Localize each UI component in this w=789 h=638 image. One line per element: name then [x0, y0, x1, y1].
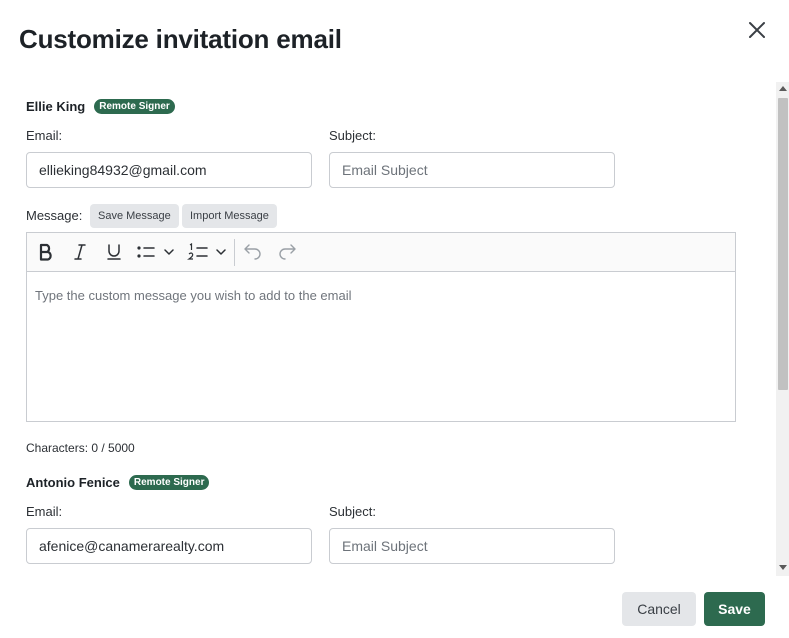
- signer-header: Antonio Fenice Remote Signer: [26, 475, 210, 490]
- email-field[interactable]: [26, 528, 312, 564]
- signer-header: Ellie King Remote Signer: [26, 99, 175, 114]
- scroll-area: Ellie King Remote Signer Email: Subject:…: [0, 82, 776, 576]
- undo-icon: [244, 244, 261, 260]
- message-placeholder: Type the custom message you wish to add …: [35, 288, 352, 303]
- undo-button[interactable]: [243, 241, 263, 263]
- redo-button[interactable]: [277, 241, 297, 263]
- signer-name: Ellie King: [26, 99, 86, 114]
- numbered-list-icon: [187, 243, 226, 260]
- scroll-down-arrow-icon[interactable]: [779, 565, 787, 570]
- import-message-button[interactable]: Import Message: [182, 204, 277, 228]
- email-label: Email:: [26, 504, 63, 519]
- subject-field[interactable]: [329, 528, 615, 564]
- redo-icon: [279, 244, 296, 260]
- bullet-list-icon: [137, 246, 174, 258]
- scrollbar-thumb[interactable]: [778, 98, 788, 390]
- message-textarea[interactable]: Type the custom message you wish to add …: [27, 272, 735, 421]
- dialog-title: Customize invitation email: [19, 24, 342, 54]
- character-count: Characters: 0 / 5000: [26, 441, 135, 455]
- editor-toolbar: [27, 233, 735, 272]
- bold-icon: [39, 243, 52, 261]
- underline-icon: [107, 244, 121, 260]
- toolbar-separator: [234, 239, 235, 266]
- scroll-up-arrow-icon[interactable]: [779, 86, 787, 91]
- email-label: Email:: [26, 128, 63, 143]
- message-label: Message:: [26, 208, 83, 223]
- remote-signer-badge: Remote Signer: [94, 99, 175, 114]
- italic-button[interactable]: [71, 241, 89, 263]
- close-icon: [749, 22, 765, 38]
- cancel-button[interactable]: Cancel: [622, 592, 696, 626]
- underline-button[interactable]: [105, 241, 123, 263]
- subject-label: Subject:: [329, 504, 376, 519]
- message-editor: Type the custom message you wish to add …: [26, 232, 736, 422]
- email-field[interactable]: [26, 152, 312, 188]
- numbered-list-button[interactable]: [187, 241, 229, 263]
- save-message-button[interactable]: Save Message: [90, 204, 179, 228]
- bold-button[interactable]: [37, 241, 55, 263]
- signer-name: Antonio Fenice: [26, 475, 120, 490]
- italic-icon: [74, 244, 86, 260]
- subject-label: Subject:: [329, 128, 376, 143]
- save-button[interactable]: Save: [704, 592, 765, 626]
- remote-signer-badge: Remote Signer: [128, 475, 210, 490]
- subject-field[interactable]: [329, 152, 615, 188]
- close-button[interactable]: [746, 19, 768, 41]
- bullet-list-button[interactable]: [135, 241, 177, 263]
